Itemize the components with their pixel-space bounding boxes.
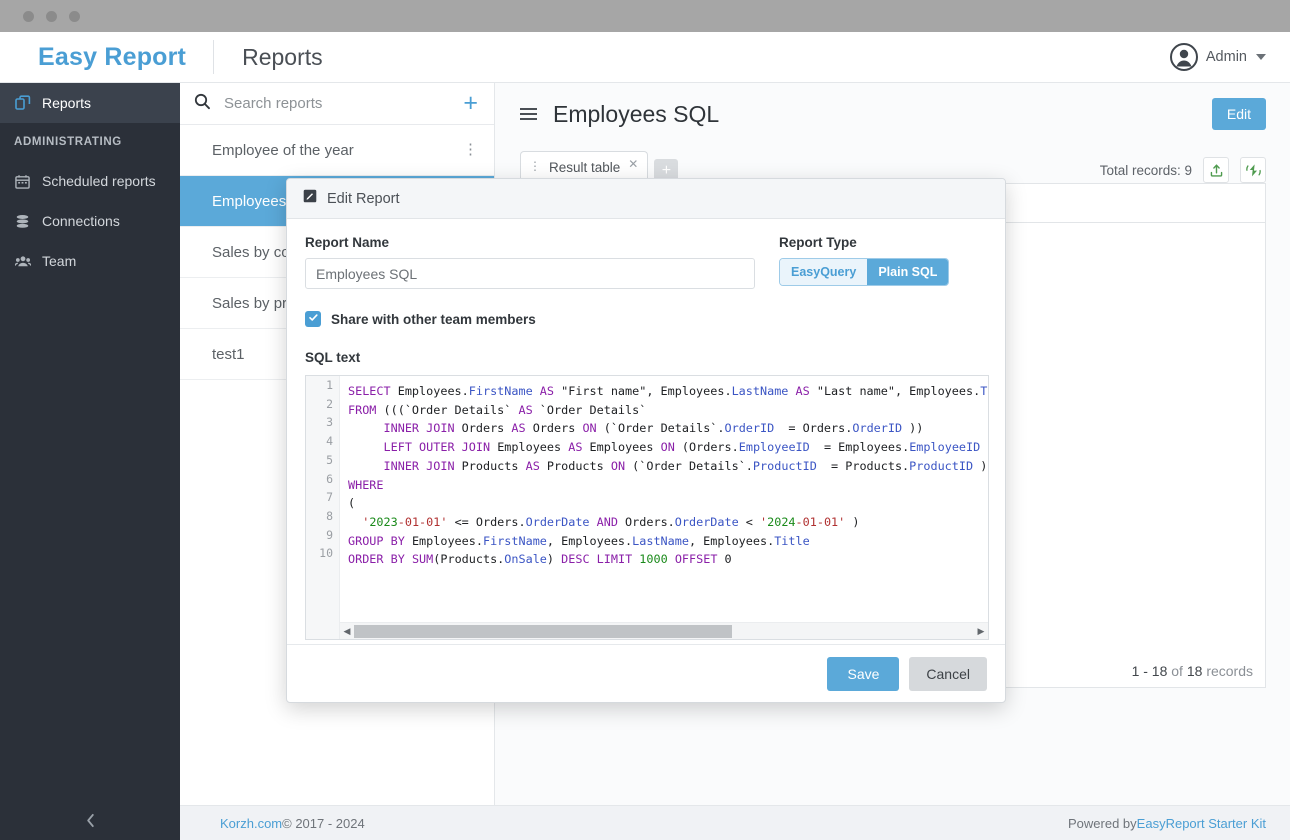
line-number: 8	[326, 508, 333, 523]
app-logo[interactable]: Easy Report	[38, 43, 186, 72]
window-maximize-dot[interactable]	[69, 11, 80, 22]
sidebar-section-administrating: ADMINISTRATING	[14, 136, 122, 148]
database-icon	[14, 213, 31, 230]
line-number: 3	[326, 415, 333, 430]
search-bar: +	[180, 83, 494, 125]
sidebar-item-label: Scheduled reports	[42, 173, 156, 189]
window-close-dot[interactable]	[23, 11, 34, 22]
avatar	[1169, 43, 1198, 71]
sidebar-collapse-button[interactable]	[0, 805, 180, 840]
sidebar-item-reports[interactable]: Reports	[0, 83, 180, 123]
sidebar-item-label: Reports	[42, 95, 92, 111]
app-footer: Korzh.com © 2017 - 2024 Powered by EasyR…	[180, 805, 1290, 840]
export-icon[interactable]	[1203, 157, 1229, 183]
app-header: Easy Report Reports Admin	[0, 32, 1290, 83]
window-minimize-dot[interactable]	[46, 11, 57, 22]
powered-by-link[interactable]: EasyReport Starter Kit	[1137, 816, 1266, 831]
edit-button[interactable]: Edit	[1211, 98, 1266, 130]
copyright-text: © 2017 - 2024	[282, 815, 365, 831]
grip-icon: ⋮	[529, 159, 541, 174]
add-report-button[interactable]: +	[463, 91, 478, 116]
line-number-gutter: 1 2 3 4 5 6 7 8 9 10	[306, 376, 340, 639]
report-list-item[interactable]: Employee of the year ⋮	[180, 125, 494, 176]
share-label: Share with other team members	[331, 311, 536, 327]
edit-icon	[303, 189, 317, 208]
report-item-label: Sales by pr	[212, 294, 288, 312]
report-name-input[interactable]	[305, 258, 755, 289]
kebab-menu-icon[interactable]: ⋮	[463, 142, 478, 157]
dialog-body: Report Name Report Type EasyQuery Plain …	[287, 219, 1005, 640]
sql-code-text[interactable]: SELECT Employees.FirstName AS "First nam…	[340, 376, 988, 639]
report-type-toggle: EasyQuery Plain SQL	[779, 258, 950, 286]
pagination-info: 1 - 18 of 18 records	[1132, 663, 1253, 679]
powered-by-text: Powered by	[1068, 815, 1137, 831]
sidebar: Reports ADMINISTRATING Scheduled reports	[0, 83, 180, 840]
user-name: Admin	[1205, 49, 1247, 65]
sidebar-item-connections[interactable]: Connections	[0, 201, 180, 241]
report-item-label: test1	[212, 345, 245, 363]
check-icon	[308, 310, 319, 328]
chevron-down-icon	[1256, 54, 1266, 60]
main-header: Employees SQL Edit	[495, 83, 1290, 145]
user-menu[interactable]: Admin	[1169, 43, 1266, 71]
report-item-label: Employee of the year	[212, 141, 354, 159]
hamburger-icon[interactable]	[520, 108, 537, 120]
dialog-title: Edit Report	[327, 190, 400, 207]
line-number: 9	[326, 527, 333, 542]
line-number: 7	[326, 490, 333, 505]
window-titlebar	[0, 0, 1290, 32]
chevron-left-icon	[85, 813, 96, 833]
pager-suffix: records	[1206, 663, 1253, 679]
calendar-icon	[14, 173, 31, 190]
sidebar-item-label: Connections	[42, 213, 120, 229]
refresh-icon[interactable]	[1240, 157, 1266, 183]
line-number: 5	[326, 452, 333, 467]
header-divider	[213, 40, 215, 74]
share-checkbox-row[interactable]: Share with other team members	[305, 311, 987, 327]
search-icon	[194, 93, 211, 115]
arrow-right-icon[interactable]: ▶	[974, 626, 988, 637]
pager-of: of	[1171, 663, 1183, 679]
report-type-group: Report Type EasyQuery Plain SQL	[779, 235, 950, 286]
people-icon	[14, 253, 31, 270]
scrollbar-track[interactable]	[354, 624, 974, 638]
sidebar-item-scheduled-reports[interactable]: Scheduled reports	[0, 161, 180, 201]
sql-editor[interactable]: 1 2 3 4 5 6 7 8 9 10 SELECT Employees.Fi…	[305, 375, 989, 640]
line-number: 10	[319, 546, 333, 561]
report-type-label: Report Type	[779, 235, 857, 250]
share-checkbox[interactable]	[305, 311, 321, 327]
reports-icon	[14, 95, 31, 112]
sql-text-label: SQL text	[305, 350, 361, 365]
report-title: Employees SQL	[553, 100, 720, 127]
line-number: 1	[326, 378, 333, 392]
pager-range: 1 - 18	[1131, 663, 1168, 679]
line-number: 6	[326, 471, 333, 486]
report-type-easyquery-button[interactable]: EasyQuery	[780, 259, 868, 285]
report-item-label: Employees	[212, 192, 287, 210]
line-number: 4	[326, 434, 333, 449]
tab-label: Result table	[549, 159, 621, 175]
scrollbar-thumb[interactable]	[354, 624, 733, 638]
dialog-footer: Save Cancel	[287, 644, 1005, 702]
records-info: Total records: 9	[1100, 157, 1266, 183]
report-item-label: Sales by co	[212, 243, 290, 261]
search-input[interactable]	[224, 95, 464, 112]
close-icon[interactable]: ✕	[628, 157, 638, 171]
pager-total: 18	[1186, 663, 1203, 679]
cancel-button[interactable]: Cancel	[909, 656, 987, 691]
edit-report-dialog: Edit Report Report Name Report Type Easy…	[286, 178, 1006, 703]
page-title: Reports	[242, 43, 323, 70]
report-type-plainsql-button[interactable]: Plain SQL	[867, 259, 949, 285]
line-number: 2	[326, 396, 333, 411]
sidebar-item-label: Team	[42, 253, 77, 269]
arrow-left-icon[interactable]: ◀	[340, 626, 354, 637]
copyright-link[interactable]: Korzh.com	[220, 816, 282, 831]
app-window: Easy Report Reports Admin Reports ADMINI…	[0, 0, 1290, 840]
save-button[interactable]: Save	[827, 656, 900, 691]
total-records-label: Total records: 9	[1099, 162, 1192, 178]
editor-horizontal-scrollbar[interactable]: ◀ ▶	[340, 622, 988, 639]
sidebar-item-team[interactable]: Team	[0, 241, 180, 281]
dialog-header: Edit Report	[287, 179, 1005, 219]
